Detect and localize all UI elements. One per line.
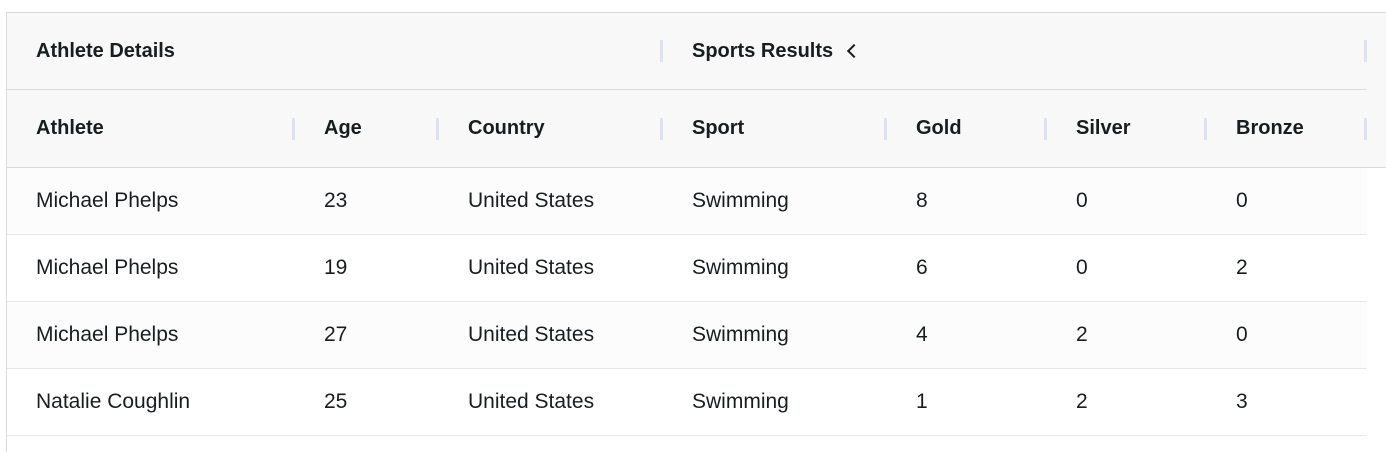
column-header-label: Bronze <box>1236 117 1304 139</box>
cell-gold[interactable]: 1 <box>887 369 1047 435</box>
cell-age[interactable]: 19 <box>295 235 439 301</box>
cell-gold[interactable]: 8 <box>887 168 1047 234</box>
cell-age[interactable]: 23 <box>295 168 439 234</box>
cell-silver[interactable]: 0 <box>1047 235 1207 301</box>
cell-athlete[interactable]: Michael Phelps <box>7 168 295 234</box>
cell-country[interactable]: United States <box>439 369 663 435</box>
column-group-sports-results[interactable]: Sports Results <box>663 13 1367 89</box>
cell-country[interactable]: United States <box>439 302 663 368</box>
grid-header: Athlete Details Sports Results Athlete A… <box>7 13 1386 168</box>
column-header-country[interactable]: Country <box>439 90 663 167</box>
cell-athlete[interactable]: Michael Phelps <box>7 235 295 301</box>
column-header-label: Age <box>324 117 362 139</box>
column-group-header-row: Athlete Details Sports Results <box>7 13 1367 90</box>
cell-age[interactable]: 25 <box>295 369 439 435</box>
column-header-gold[interactable]: Gold <box>887 90 1047 167</box>
table-row[interactable]: Natalie Coughlin 25 United States Swimmi… <box>7 369 1367 436</box>
column-group-label: Sports Results <box>692 39 834 62</box>
column-group-athlete-details[interactable]: Athlete Details <box>7 13 663 89</box>
column-header-age[interactable]: Age <box>295 90 439 167</box>
chevron-left-icon[interactable] <box>845 41 859 61</box>
cell-age[interactable]: 27 <box>295 302 439 368</box>
cell-silver[interactable]: 2 <box>1047 302 1207 368</box>
cell-sport[interactable]: Swimming <box>663 168 887 234</box>
cell-athlete[interactable]: Michael Phelps <box>7 302 295 368</box>
column-header-sport[interactable]: Sport <box>663 90 887 167</box>
data-grid: Athlete Details Sports Results Athlete A… <box>6 12 1386 452</box>
cell-sport[interactable]: Swimming <box>663 369 887 435</box>
cell-country[interactable]: United States <box>439 168 663 234</box>
column-header-label: Sport <box>692 117 745 139</box>
table-row[interactable]: Michael Phelps 19 United States Swimming… <box>7 235 1367 302</box>
cell-sport[interactable]: Swimming <box>663 235 887 301</box>
column-header-bronze[interactable]: Bronze <box>1207 90 1367 167</box>
cell-gold[interactable]: 6 <box>887 235 1047 301</box>
column-resize-handle[interactable] <box>1364 117 1367 140</box>
cell-gold[interactable]: 4 <box>887 302 1047 368</box>
cell-bronze[interactable]: 0 <box>1207 168 1367 234</box>
cell-bronze[interactable]: 2 <box>1207 235 1367 301</box>
cell-bronze[interactable]: 3 <box>1207 369 1367 435</box>
column-group-label: Athlete Details <box>36 39 175 62</box>
table-row[interactable]: Michael Phelps 23 United States Swimming… <box>7 168 1367 235</box>
cell-country[interactable]: United States <box>439 235 663 301</box>
cell-athlete[interactable]: Natalie Coughlin <box>7 369 295 435</box>
column-header-label: Silver <box>1076 117 1131 139</box>
column-group-resize-handle[interactable] <box>1364 40 1367 62</box>
cell-sport[interactable]: Swimming <box>663 302 887 368</box>
column-header-row: Athlete Age Country Sport Gold Silver Br… <box>7 90 1386 167</box>
cell-bronze[interactable]: 0 <box>1207 302 1367 368</box>
column-header-silver[interactable]: Silver <box>1047 90 1207 167</box>
cell-silver[interactable]: 0 <box>1047 168 1207 234</box>
column-header-athlete[interactable]: Athlete <box>7 90 295 167</box>
column-header-label: Athlete <box>36 117 104 139</box>
column-header-label: Country <box>468 117 545 139</box>
cell-silver[interactable]: 2 <box>1047 369 1207 435</box>
column-header-label: Gold <box>916 117 962 139</box>
table-row[interactable]: Michael Phelps 27 United States Swimming… <box>7 302 1367 369</box>
